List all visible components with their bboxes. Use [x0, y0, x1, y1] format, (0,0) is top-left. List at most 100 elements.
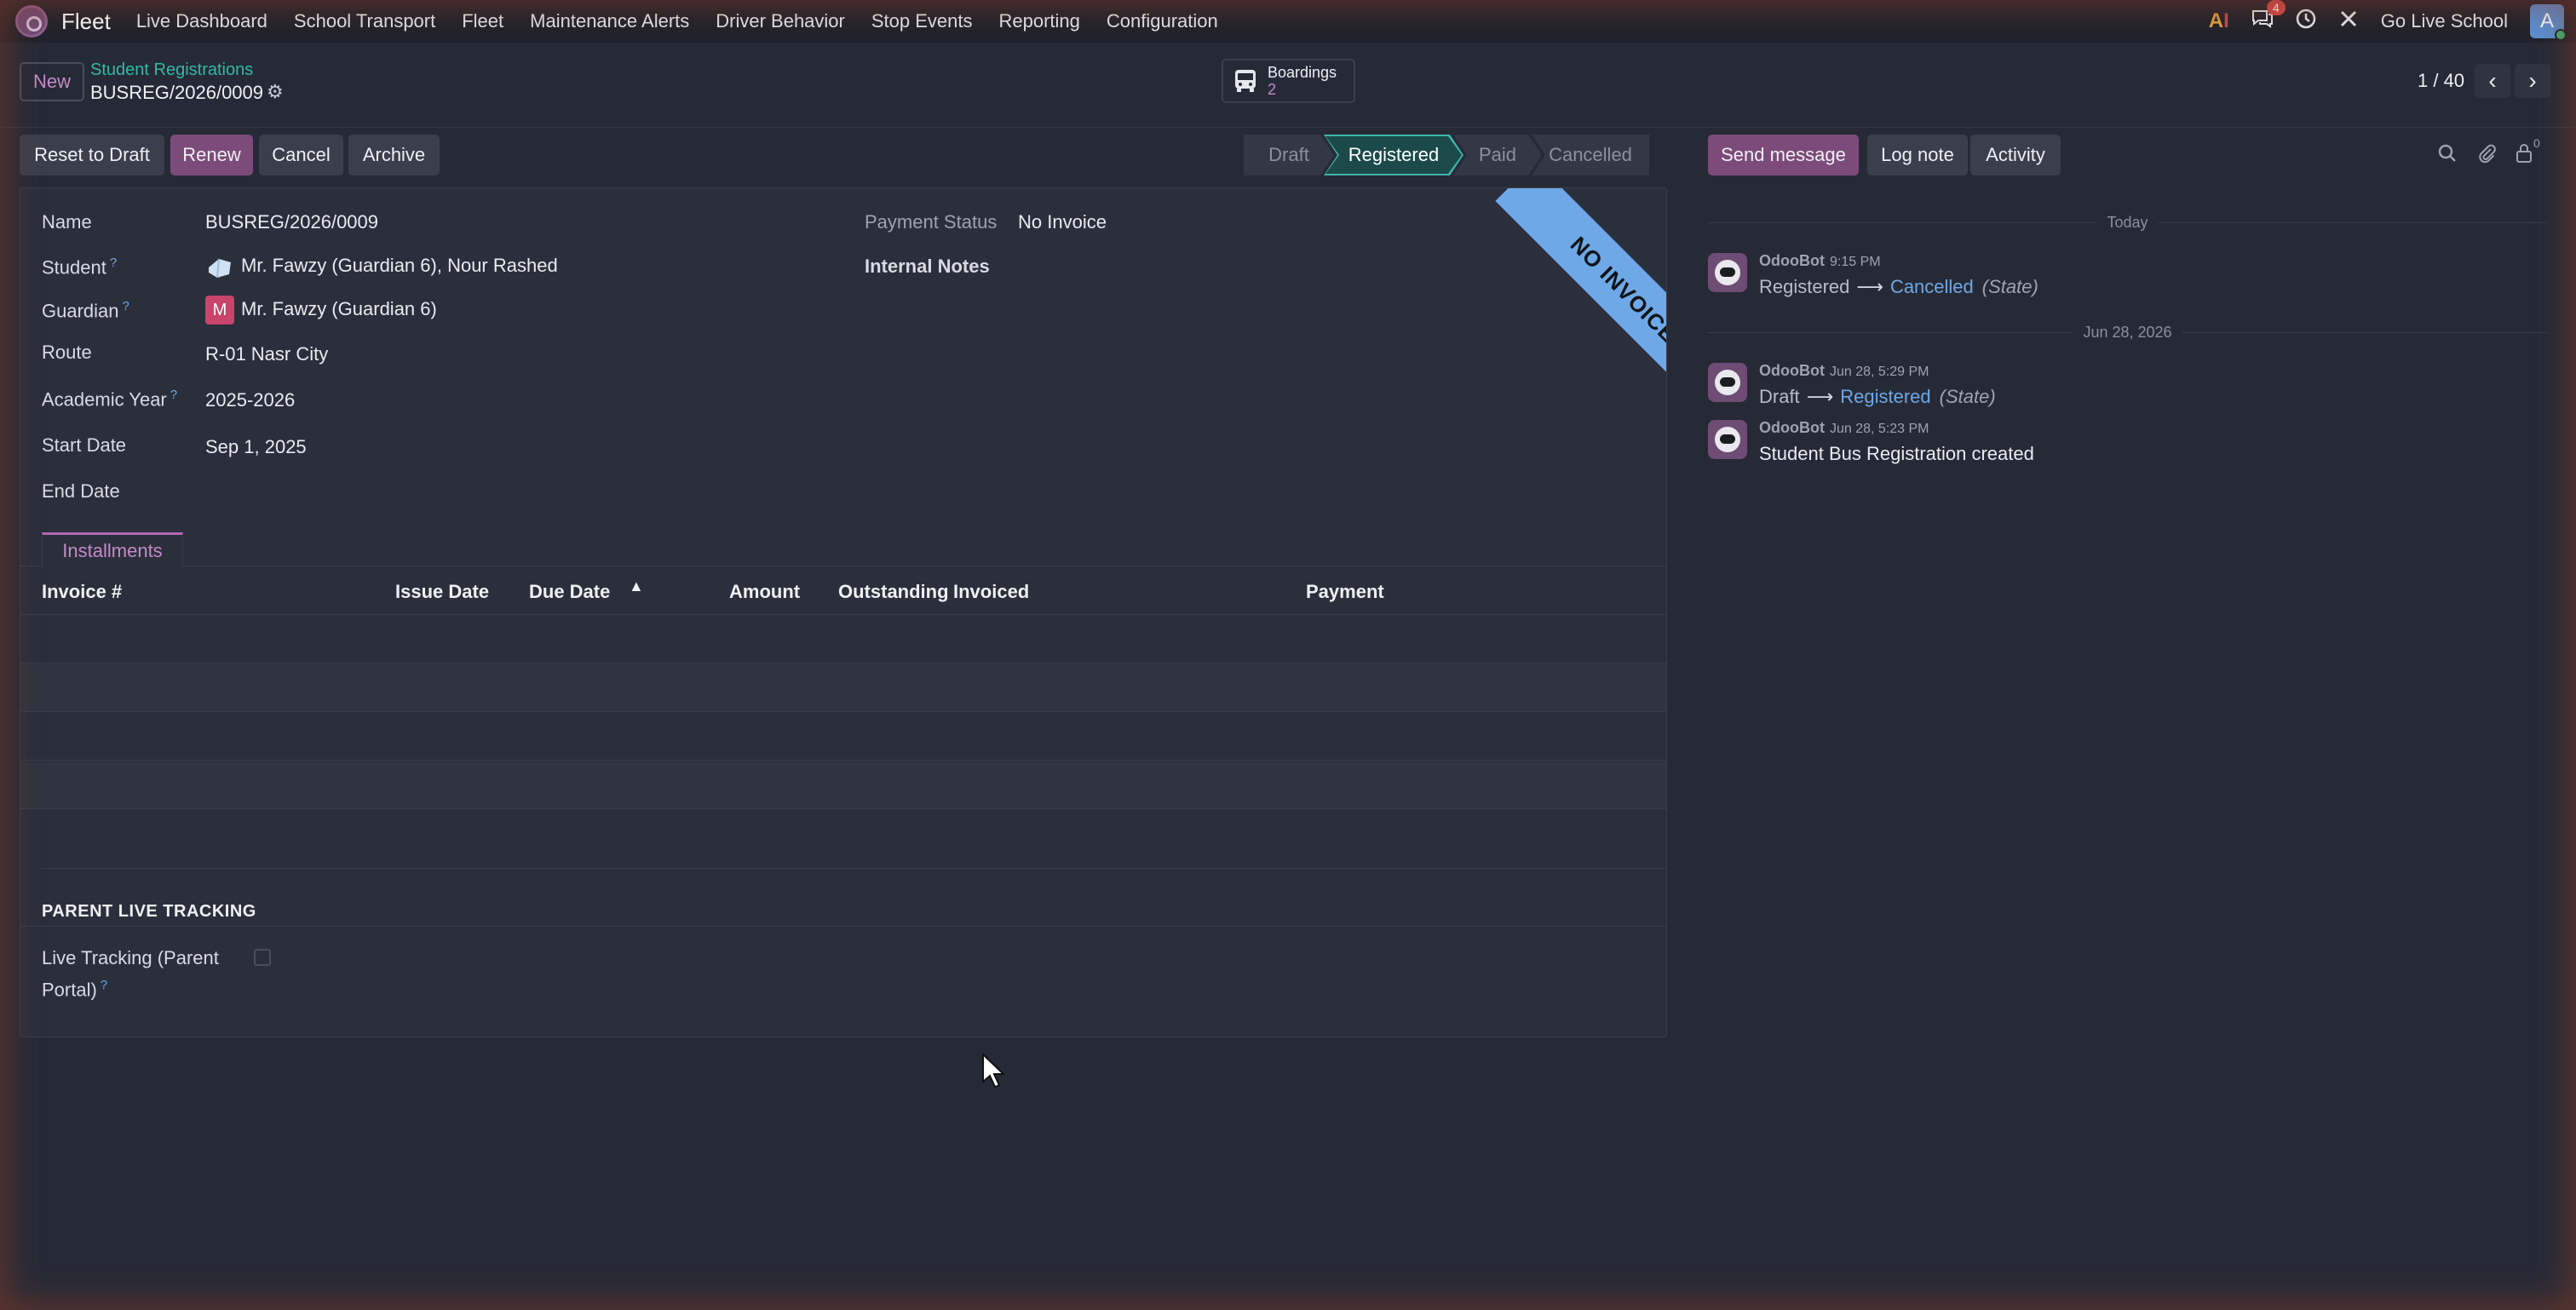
renew-button[interactable]: Renew — [170, 135, 253, 175]
stage-cancelled[interactable]: Cancelled — [1532, 135, 1649, 175]
menu-school-transport[interactable]: School Transport — [294, 10, 435, 32]
date-separator-text: Jun 28, 2026 — [2083, 323, 2172, 341]
route-label: Route — [42, 342, 92, 363]
separator-line — [2182, 331, 2547, 333]
col-invoice-number[interactable]: Invoice # — [42, 581, 122, 603]
menu-maintenance-alerts[interactable]: Maintenance Alerts — [530, 10, 689, 32]
boardings-label: Boardings — [1268, 64, 1337, 81]
arrow-right-icon: ⟶ — [1806, 386, 1834, 407]
live-tracking-checkbox[interactable] — [254, 949, 271, 966]
academic-year-label-text: Academic Year — [42, 388, 167, 411]
followers-count: 0 — [2533, 136, 2540, 150]
start-date-value[interactable]: Sep 1, 2025 — [205, 436, 307, 458]
menu-configuration[interactable]: Configuration — [1107, 10, 1218, 32]
student-label: Student? — [42, 256, 117, 279]
reset-to-draft-button[interactable]: Reset to Draft — [20, 135, 164, 175]
send-message-button[interactable]: Send message — [1708, 135, 1859, 175]
col-payment[interactable]: Payment — [1306, 581, 1384, 603]
messages-icon[interactable]: 4 — [2251, 0, 2286, 35]
top-navbar: Fleet Live Dashboard School Transport Fl… — [0, 0, 2576, 43]
mouse-cursor-icon — [982, 1053, 1006, 1089]
followers-lock-icon[interactable]: 0 — [2516, 136, 2540, 169]
activity-button[interactable]: Activity — [1970, 135, 2061, 175]
name-value[interactable]: BUSREG/2026/0009 — [205, 211, 378, 233]
guardian-help-icon[interactable]: ? — [123, 299, 129, 313]
boardings-smart-button[interactable]: Boardings 2 — [1222, 59, 1355, 103]
menu-driver-behavior[interactable]: Driver Behavior — [716, 10, 845, 32]
col-due-date[interactable]: Due Date — [529, 581, 610, 603]
menu-reporting[interactable]: Reporting — [999, 10, 1080, 32]
ai-icon[interactable]: AI — [2209, 9, 2229, 33]
old-value: Draft — [1759, 386, 1800, 407]
paperclip-icon[interactable] — [2476, 143, 2497, 169]
record-name: BUSREG/2026/0009 — [90, 82, 264, 103]
live-tracking-label-text: Live Tracking (Parent Portal) — [42, 947, 219, 1001]
message-author: OdooBot Jun 28, 5:23 PM — [1759, 419, 1929, 437]
date-separator-text: Today — [2107, 213, 2148, 231]
stage-paid[interactable]: Paid — [1453, 135, 1542, 175]
search-icon[interactable] — [2437, 143, 2458, 169]
date-separator-today: Today — [1708, 213, 2548, 231]
online-status-dot — [2555, 29, 2567, 41]
divider — [42, 868, 1666, 869]
guardian-value[interactable]: M Mr. Fawzy (Guardian 6) — [205, 296, 437, 325]
name-label: Name — [42, 211, 92, 233]
form-sheet: NO INVOICE Name BUSREG/2026/0009 Student… — [20, 187, 1667, 1037]
guardian-label: Guardian? — [42, 299, 129, 322]
tab-installments[interactable]: Installments — [42, 532, 183, 566]
student-help-icon[interactable]: ? — [110, 256, 117, 270]
message-author: OdooBot Jun 28, 5:29 PM — [1759, 362, 1929, 380]
archive-button[interactable]: Archive — [348, 135, 440, 175]
new-value: Registered — [1840, 386, 1931, 407]
table-row — [20, 664, 1666, 712]
no-invoice-ribbon: NO INVOICE — [1495, 188, 1666, 393]
academic-year-help-icon[interactable]: ? — [170, 388, 177, 402]
menu-fleet[interactable]: Fleet — [462, 10, 503, 32]
bot-face-icon — [1715, 370, 1740, 395]
pager-previous-button[interactable]: ‹ — [2475, 64, 2510, 98]
ribbon: NO INVOICE — [1462, 188, 1666, 393]
odoobot-avatar[interactable] — [1708, 363, 1747, 402]
tools-icon[interactable] — [2338, 9, 2359, 35]
stage-registered[interactable]: Registered — [1325, 136, 1462, 174]
odoobot-avatar[interactable] — [1708, 420, 1747, 459]
gear-icon[interactable]: ⚙ — [267, 81, 284, 103]
clock-icon[interactable] — [2296, 9, 2316, 35]
new-button[interactable]: New — [20, 62, 84, 101]
pager-value[interactable]: 1 / 40 — [2418, 70, 2464, 92]
guardian-avatar: M — [205, 296, 234, 325]
student-value[interactable]: Mr. Fawzy (Guardian 6), Nour Rashed — [205, 252, 558, 281]
col-amount[interactable]: Amount — [729, 581, 800, 603]
message-body: Draft ⟶ Registered (State) — [1759, 386, 1996, 408]
student-avatar-icon — [205, 252, 234, 281]
stage-draft[interactable]: Draft — [1244, 135, 1334, 175]
menu-live-dashboard[interactable]: Live Dashboard — [136, 10, 267, 32]
academic-year-value[interactable]: 2025-2026 — [205, 389, 295, 411]
table-row — [20, 713, 1666, 761]
col-invoiced[interactable]: Invoiced — [953, 581, 1029, 603]
status-bar: Draft Registered Paid Cancelled — [1244, 135, 1649, 175]
odoobot-avatar[interactable] — [1708, 253, 1747, 292]
end-date-label: End Date — [42, 480, 120, 502]
messages-badge: 4 — [2267, 0, 2286, 15]
live-tracking-help-icon[interactable]: ? — [101, 978, 107, 992]
tracked-field-name: (State) — [1939, 386, 1996, 407]
message-author-name: OdooBot — [1759, 362, 1825, 379]
bus-icon — [1233, 68, 1257, 94]
academic-year-label: Academic Year? — [42, 388, 177, 411]
company-switcher[interactable]: Go Live School — [2381, 10, 2508, 32]
col-outstanding[interactable]: Outstanding — [838, 581, 949, 603]
internal-notes-label: Internal Notes — [865, 256, 990, 277]
app-menu-icon[interactable] — [15, 5, 48, 37]
log-note-button[interactable]: Log note — [1867, 135, 1968, 175]
col-issue-date[interactable]: Issue Date — [395, 581, 489, 603]
student-value-text: Mr. Fawzy (Guardian 6), Nour Rashed — [241, 254, 558, 276]
cancel-button[interactable]: Cancel — [259, 135, 343, 175]
pager-next-button[interactable]: › — [2515, 64, 2550, 98]
menu-stop-events[interactable]: Stop Events — [871, 10, 973, 32]
app-name[interactable]: Fleet — [61, 9, 111, 35]
bot-face-icon — [1715, 260, 1740, 285]
breadcrumb-student-registrations[interactable]: Student Registrations — [90, 60, 253, 80]
user-avatar[interactable]: A — [2530, 4, 2567, 41]
route-value[interactable]: R-01 Nasr City — [205, 343, 328, 365]
